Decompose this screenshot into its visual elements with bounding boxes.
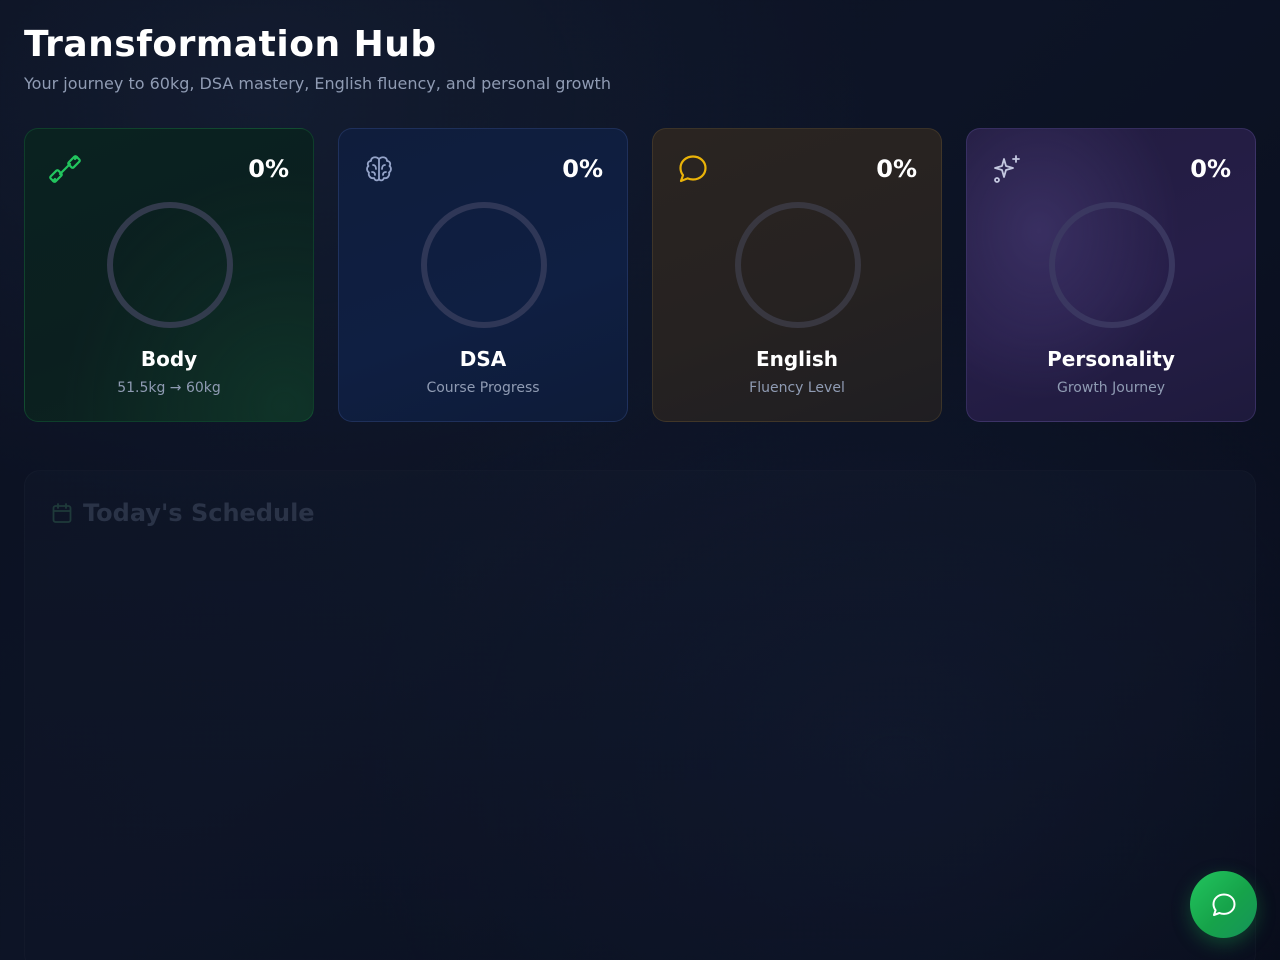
sparkles-icon — [991, 153, 1023, 185]
progress-cards: 0% Body 51.5kg → 60kg 0% DSA Course Prog… — [24, 128, 1256, 422]
english-progress-ring — [734, 201, 862, 329]
dsa-card-name: DSA — [459, 347, 507, 371]
chat-bubble-icon — [1210, 891, 1238, 919]
personality-percent: 0% — [1190, 155, 1231, 183]
body-percent: 0% — [248, 155, 289, 183]
brain-icon — [363, 153, 395, 185]
card-dsa[interactable]: 0% DSA Course Progress — [338, 128, 628, 422]
chat-button[interactable] — [1190, 871, 1257, 938]
personality-card-subtitle: Growth Journey — [1057, 380, 1165, 396]
personality-card-name: Personality — [1047, 347, 1175, 371]
english-percent: 0% — [876, 155, 917, 183]
schedule-panel: Today's Schedule — [24, 470, 1256, 960]
card-body[interactable]: 0% Body 51.5kg → 60kg — [24, 128, 314, 422]
calendar-icon — [51, 502, 73, 524]
body-card-name: Body — [140, 347, 198, 371]
card-english[interactable]: 0% English Fluency Level — [652, 128, 942, 422]
body-card-subtitle: 51.5kg → 60kg — [117, 380, 221, 396]
page-subtitle: Your journey to 60kg, DSA mastery, Engli… — [24, 74, 611, 93]
english-card-subtitle: Fluency Level — [749, 380, 845, 396]
dsa-percent: 0% — [562, 155, 603, 183]
dsa-card-subtitle: Course Progress — [426, 380, 540, 396]
personality-progress-ring — [1048, 201, 1176, 329]
card-personality[interactable]: 0% Personality Growth Journey — [966, 128, 1256, 422]
chat-bubble-icon — [677, 153, 709, 185]
page-title: Transformation Hub — [24, 24, 437, 65]
body-progress-ring — [106, 201, 234, 329]
page-header: Transformation Hub Your journey to 60kg,… — [24, 24, 611, 94]
dumbbell-icon — [49, 153, 81, 185]
dsa-progress-ring — [420, 201, 548, 329]
english-card-name: English — [755, 347, 839, 371]
schedule-header: Today's Schedule — [51, 499, 315, 527]
schedule-title: Today's Schedule — [83, 499, 315, 527]
